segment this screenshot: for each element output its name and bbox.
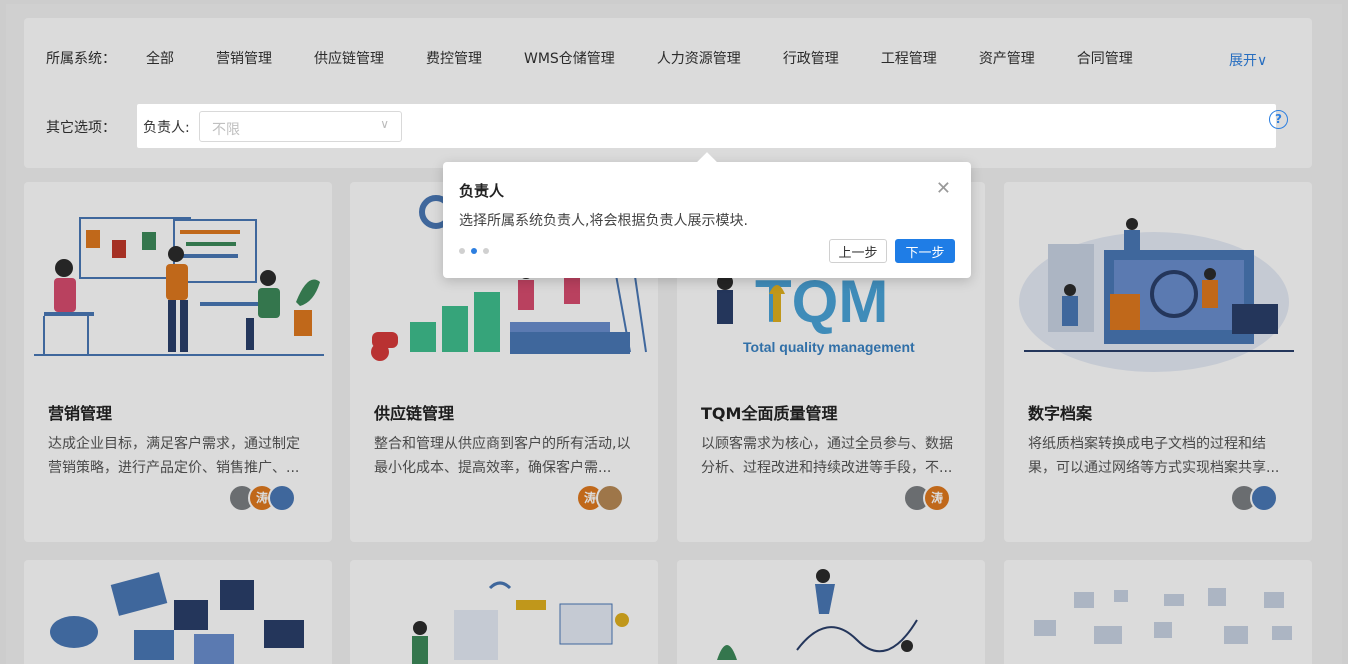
tqm-illustration-caption: Total quality management: [743, 339, 915, 355]
owner-avatars: [1230, 484, 1278, 512]
avatar: [268, 484, 296, 512]
popover-title: 负责人: [459, 182, 505, 200]
card-title: TQM全面质量管理: [701, 404, 838, 423]
module-card-network[interactable]: [24, 560, 332, 664]
help-icon[interactable]: ?: [1269, 110, 1288, 129]
innovation-illustration: [412, 581, 629, 664]
next-step-button[interactable]: 下一步: [895, 239, 955, 263]
digital-archive-illustration: [1019, 218, 1294, 372]
system-option-assets[interactable]: 资产管理: [979, 48, 1035, 68]
module-card-marketing[interactable]: 营销管理 达成企业目标，满足客户需求，通过制定营销策略，进行产品定价、销售推广、…: [24, 182, 332, 542]
system-filter-label: 所属系统：: [46, 51, 116, 67]
card-title: 营销管理: [48, 404, 113, 423]
onboarding-popover: 负责人 ✕ 选择所属系统负责人,将会根据负责人展示模块. 上一步 下一步: [443, 152, 971, 278]
owner-avatars: 涛: [903, 484, 951, 512]
assets-illustration: [1034, 588, 1292, 644]
system-option-contract[interactable]: 合同管理: [1077, 48, 1133, 68]
module-card-innovation[interactable]: [350, 560, 658, 664]
marketing-illustration: [34, 217, 324, 356]
system-option-wms[interactable]: WMS仓储管理: [524, 48, 615, 68]
system-option-marketing[interactable]: 营销管理: [216, 48, 272, 68]
analytics-illustration: [717, 569, 918, 660]
system-option-expense[interactable]: 费控管理: [426, 48, 482, 68]
card-description: 整合和管理从供应商到客户的所有活动,以最小化成本、提高效率，确保客户需...: [374, 436, 631, 476]
owner-select-placeholder: 不限: [212, 122, 240, 138]
system-option-engineering[interactable]: 工程管理: [881, 48, 937, 68]
module-card-digital-archive[interactable]: 数字档案 将纸质档案转换成电子文档的过程和结果，可以通过网络等方式实现档案共享.…: [1004, 182, 1312, 542]
avatar: [596, 484, 624, 512]
owner-avatars: 涛: [576, 484, 624, 512]
module-card-analytics[interactable]: [677, 560, 985, 664]
card-description: 以顾客需求为核心，通过全员参与、数据分析、过程改进和持续改进等手段，不...: [701, 436, 953, 476]
close-icon[interactable]: ✕: [936, 178, 951, 199]
avatar: [1250, 484, 1278, 512]
system-option-hr[interactable]: 人力资源管理: [657, 48, 741, 68]
step-dot: [459, 248, 465, 254]
step-dot-active: [471, 248, 477, 254]
owner-avatars: 涛: [228, 484, 296, 512]
popover-body: 选择所属系统负责人,将会根据负责人展示模块.: [459, 213, 748, 229]
step-indicator: [459, 248, 489, 254]
system-option-admin[interactable]: 行政管理: [783, 48, 839, 68]
owner-filter-label: 负责人:: [143, 120, 190, 136]
system-option-supply-chain[interactable]: 供应链管理: [314, 48, 384, 68]
chevron-down-icon: ∨: [380, 117, 389, 131]
owner-select[interactable]: 不限 ∨: [199, 111, 402, 142]
system-filter-row: 所属系统： 全部 营销管理 供应链管理 费控管理 WMS仓储管理 人力资源管理 …: [46, 48, 1175, 68]
system-option-all[interactable]: 全部: [146, 48, 174, 68]
module-card-assets[interactable]: [1004, 560, 1312, 664]
expand-filters-link[interactable]: 展开∨: [1229, 50, 1267, 70]
owner-filter-highlight: 负责人: 不限 ∨ ?: [137, 104, 1288, 148]
step-dot: [483, 248, 489, 254]
network-illustration: [50, 572, 304, 664]
card-description: 将纸质档案转换成电子文档的过程和结果，可以通过网络等方式实现档案共享...: [1028, 436, 1280, 476]
prev-step-button[interactable]: 上一步: [829, 239, 887, 263]
card-title: 供应链管理: [374, 404, 455, 423]
card-description: 达成企业目标，满足客户需求，通过制定营销策略，进行产品定价、销售推广、...: [48, 436, 300, 476]
other-options-label: 其它选项：: [46, 120, 116, 136]
avatar: 涛: [923, 484, 951, 512]
card-title: 数字档案: [1028, 404, 1093, 423]
